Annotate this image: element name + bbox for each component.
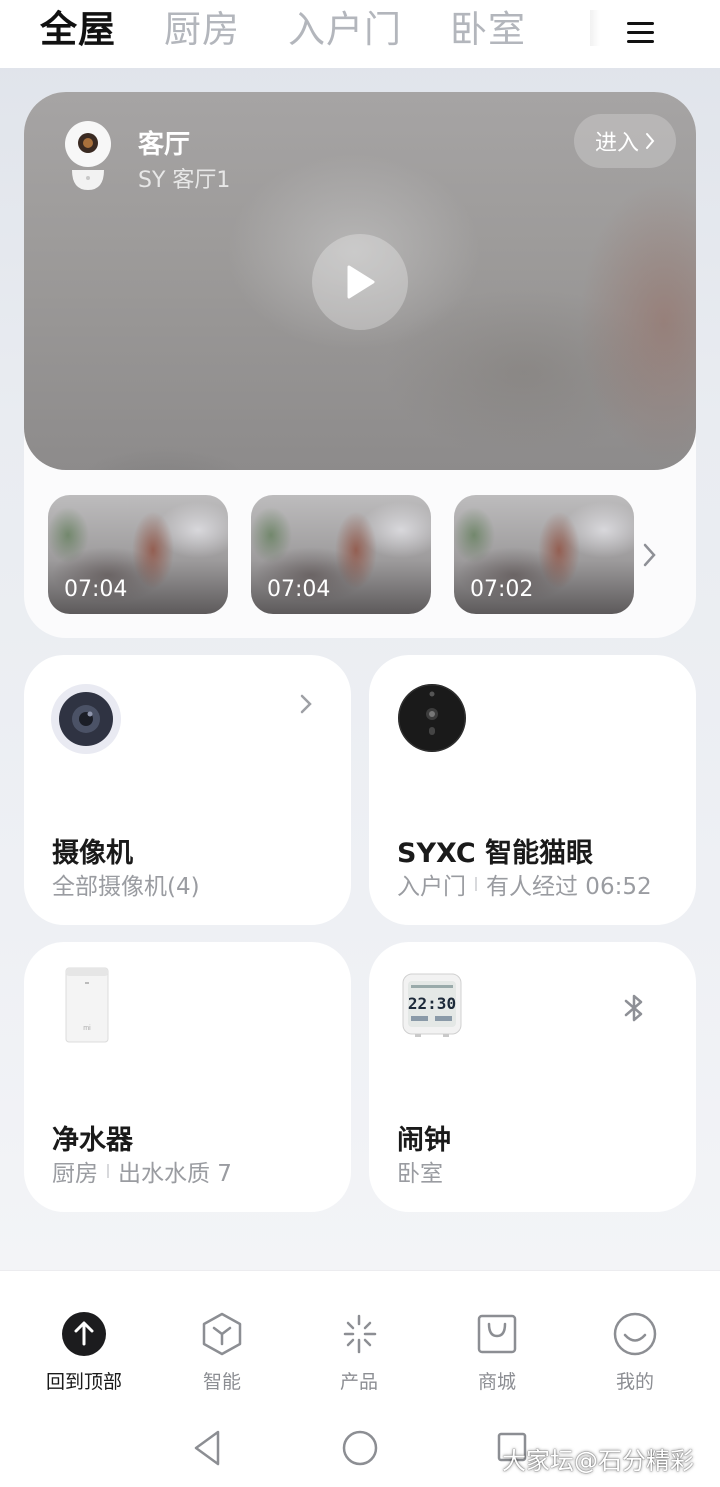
tab-whole-house[interactable]: 全屋 — [40, 6, 116, 54]
nav-label: 商城 — [477, 1371, 516, 1393]
tab-bedroom[interactable]: 卧室 — [450, 6, 526, 54]
nav-label: 我的 — [615, 1371, 654, 1393]
smart-peephole-icon — [398, 684, 466, 752]
tab-overflow-fade — [590, 10, 600, 46]
play-button[interactable] — [312, 234, 408, 330]
room-title: 客厅 — [138, 130, 191, 160]
device-name: 净水器 — [52, 1125, 133, 1156]
camera-name: SY 客厅1 — [138, 168, 231, 193]
status-text: 全部摄像机(4) — [52, 874, 200, 900]
alarm-clock-icon: 22:30 — [402, 973, 462, 1037]
play-icon — [347, 265, 375, 299]
status-room: 入户门 — [397, 874, 466, 900]
status-room: 卧室 — [397, 1161, 443, 1187]
enter-button[interactable]: 进入 — [574, 114, 676, 168]
device-status: 卧室 — [397, 1154, 443, 1188]
back-triangle-icon[interactable] — [190, 1428, 224, 1468]
enter-label: 进入 — [594, 131, 639, 156]
status-divider — [475, 877, 477, 891]
nav-label: 产品 — [339, 1371, 378, 1393]
nav-smart[interactable]: 智能 — [172, 1311, 272, 1394]
camera-device-icon — [51, 684, 121, 754]
back-to-top-icon — [62, 1312, 106, 1356]
nav-products[interactable]: 产品 — [309, 1311, 409, 1394]
clock-display: 22:30 — [408, 994, 456, 1013]
device-logo: mi — [83, 1025, 91, 1032]
thumbnail-time: 07:04 — [267, 577, 331, 602]
watermark: 大家坛@石分精彩 — [502, 1447, 694, 1475]
camera-device-icon — [65, 121, 111, 190]
home-circle-icon[interactable] — [341, 1428, 379, 1468]
shopping-bag-icon — [477, 1314, 517, 1354]
nav-profile[interactable]: 我的 — [585, 1311, 685, 1394]
smart-cube-icon — [202, 1312, 242, 1356]
camera-live-preview[interactable]: 客厅 SY 客厅1 进入 — [24, 92, 696, 470]
smiley-profile-icon — [613, 1312, 657, 1356]
device-name: SYXC 智能猫眼 — [397, 838, 594, 869]
status-text: 有人经过 06:52 — [486, 874, 652, 900]
recording-thumbnail[interactable]: 07:04 — [251, 495, 431, 614]
bluetooth-icon — [624, 994, 643, 1022]
device-name: 摄像机 — [52, 838, 133, 869]
nav-label: 回到顶部 — [45, 1371, 122, 1393]
device-status: 全部摄像机(4) — [52, 867, 200, 901]
device-card-peephole[interactable]: SYXC 智能猫眼 入户门 有人经过 06:52 — [369, 655, 696, 925]
thumbnail-time: 07:04 — [64, 577, 128, 602]
chevron-right-icon — [646, 133, 655, 149]
nav-store[interactable]: 商城 — [447, 1311, 547, 1394]
status-text: 出水水质 7 — [118, 1161, 232, 1187]
status-room: 厨房 — [52, 1161, 98, 1187]
tab-entrance[interactable]: 入户门 — [288, 6, 402, 54]
device-card-camera[interactable]: 摄像机 全部摄像机(4) — [24, 655, 351, 925]
top-tab-bar: 全屋 厨房 入户门 卧室 — [0, 0, 720, 68]
tab-kitchen[interactable]: 厨房 — [164, 6, 240, 54]
hamburger-menu-icon[interactable] — [618, 14, 662, 50]
device-card-water-purifier[interactable]: mi 净水器 厨房 出水水质 7 — [24, 942, 351, 1212]
recording-thumbnail[interactable]: 07:04 — [48, 495, 228, 614]
status-divider — [107, 1164, 109, 1178]
thumbnail-time: 07:02 — [470, 577, 534, 602]
more-recordings-chevron-icon[interactable] — [640, 541, 660, 569]
device-card-alarm-clock[interactable]: 22:30 闹钟 卧室 — [369, 942, 696, 1212]
nav-back-to-top[interactable]: 回到顶部 — [34, 1311, 134, 1394]
device-status: 厨房 出水水质 7 — [52, 1154, 232, 1188]
device-name: 闹钟 — [397, 1125, 451, 1156]
water-purifier-icon: mi — [65, 967, 109, 1043]
recording-thumbnail[interactable]: 07:02 — [454, 495, 634, 614]
nav-label: 智能 — [202, 1371, 241, 1393]
room-tabs: 全屋 厨房 入户门 卧室 — [40, 6, 526, 54]
product-sparkle-icon — [343, 1314, 377, 1354]
device-status: 入户门 有人经过 06:52 — [397, 867, 652, 901]
chevron-right-icon[interactable] — [299, 693, 313, 715]
